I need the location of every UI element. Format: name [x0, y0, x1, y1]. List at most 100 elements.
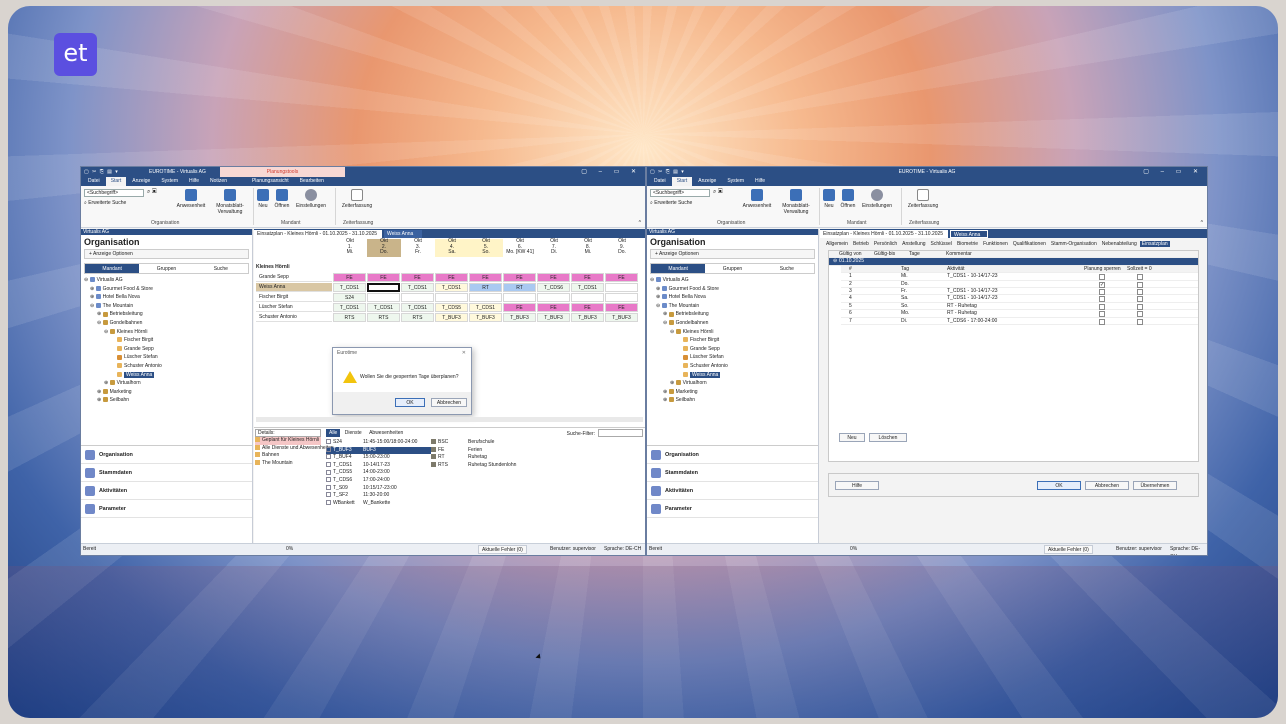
open-button[interactable]: Öffnen — [271, 189, 293, 209]
schedule-cell[interactable]: FE — [571, 273, 604, 282]
quick-access-icons[interactable]: ▢ ✂ ⎘ ▤ ▾ — [84, 169, 119, 175]
extended-search-link[interactable]: ⌕ Erweiterte Suche — [84, 200, 126, 206]
help-button[interactable]: Hilfe — [835, 481, 879, 490]
employee-row-name[interactable]: Schuster Antonio — [256, 313, 332, 322]
day-header[interactable]: Okt 8. Mi. — [571, 238, 605, 257]
absence-item[interactable]: FE Ferien — [431, 447, 541, 455]
nav-parameter[interactable]: Parameter — [81, 500, 252, 518]
schedule-cell[interactable]: RT — [503, 283, 536, 292]
new-button[interactable]: Neu — [819, 189, 839, 209]
tree-item[interactable]: ⊕ Virtualhorn — [647, 379, 818, 388]
search-icon[interactable]: ⌕ ▣ — [713, 189, 723, 196]
tree-item[interactable]: Lüscher Stefan — [647, 353, 818, 362]
tree-item[interactable]: ⊖ Kleines Hörnli — [647, 328, 818, 337]
schedule-cell[interactable]: T_BUF3 — [435, 313, 468, 322]
schedule-cell[interactable]: RTS — [367, 313, 400, 322]
details-item[interactable]: Alle Dienste und Abwesenheiten — [255, 445, 334, 453]
subtab[interactable]: Einsatzplan — [1139, 241, 1170, 247]
subtab[interactable]: Stamm-Organisation — [1049, 241, 1099, 247]
tree-item-selected[interactable]: Weiss Anna — [647, 371, 818, 380]
tab-gruppen[interactable]: Gruppen — [139, 264, 193, 273]
day-header[interactable]: Okt 1. Mi. — [333, 238, 367, 257]
monatsblatt-button[interactable]: Monatsblatt-Verwaltung — [211, 189, 249, 215]
service-item[interactable]: T_CDS5 14:00-23:00 — [326, 469, 431, 477]
lock-planning-checkbox[interactable] — [1099, 274, 1105, 281]
service-item[interactable]: S24 11:45-15:00/18:00-24:00 — [326, 439, 431, 447]
tree-item[interactable]: ⊖ Kleines Hörnli — [81, 328, 252, 337]
service-item[interactable]: T_CDS6 17:00-24:00 — [326, 477, 431, 485]
tree-item[interactable]: ⊖ Virtualis AG — [81, 276, 252, 285]
tree-item-selected[interactable]: Weiss Anna — [81, 371, 252, 380]
menu-bearbeiten[interactable]: Bearbeiten — [295, 177, 329, 186]
tree-item[interactable]: Schuster Antonio — [81, 362, 252, 371]
close-icon[interactable]: ✕ — [462, 350, 466, 356]
schedule-cell[interactable] — [401, 293, 434, 302]
tree-item[interactable]: ⊕ Hotel Bella Nova — [81, 293, 252, 302]
nav-aktivitaeten[interactable]: Aktivitäten — [81, 482, 252, 500]
details-item[interactable]: Bahnen — [255, 452, 321, 460]
tab-mandant[interactable]: Mandant — [651, 264, 706, 273]
window-controls[interactable]: ▢ – ▭ ✕ — [581, 168, 641, 175]
schedule-cell[interactable] — [435, 293, 468, 302]
day-header[interactable]: Okt 6. Mo. [KW 41] — [503, 238, 537, 257]
tree-item[interactable]: ⊖ Gondelbahnen — [647, 319, 818, 328]
schedule-cell[interactable]: T_BUF3 — [571, 313, 604, 322]
lock-planning-checkbox[interactable] — [1099, 303, 1105, 310]
settings-button[interactable]: Einstellungen — [859, 189, 895, 209]
day-header[interactable]: Okt 7. Di. — [537, 238, 571, 257]
tab-mandant[interactable]: Mandant — [85, 264, 140, 273]
subtab[interactable]: Biometrie — [955, 241, 980, 247]
service-item[interactable]: T_BUF3 BUF3 — [326, 446, 431, 455]
tab-dienste[interactable]: Dienste — [342, 429, 365, 437]
display-options-button[interactable]: + Anzeige Optionen — [84, 249, 249, 259]
schedule-cell[interactable]: T_CDS5 — [435, 303, 468, 312]
schedule-cell[interactable]: T_CDS6 — [537, 283, 570, 292]
schedule-cell[interactable]: T_CDS1 — [469, 303, 502, 312]
tree-item[interactable]: ⊕ Betriebsleitung — [81, 310, 252, 319]
delete-row-button[interactable]: Löschen — [869, 433, 907, 442]
tree-item[interactable]: ⊖ Gondelbahnen — [81, 319, 252, 328]
schedule-cell[interactable]: T_CDS1 — [367, 303, 400, 312]
details-dropdown[interactable]: Details: — [255, 429, 321, 437]
details-item[interactable]: Geplant für Kleines Hörnli — [255, 437, 321, 445]
errors-button[interactable]: Aktuelle Fehler (0) — [478, 545, 527, 554]
anwesenheit-button[interactable]: Anwesenheit — [175, 189, 207, 209]
settings-button[interactable]: Einstellungen — [293, 189, 329, 209]
menu-hilfe[interactable]: Hilfe — [750, 177, 770, 186]
menu-anzeige[interactable]: Anzeige — [693, 177, 721, 186]
schedule-cell[interactable]: FE — [537, 303, 570, 312]
cancel-button[interactable]: Abbrechen — [431, 398, 467, 407]
nav-parameter[interactable]: Parameter — [647, 500, 818, 518]
day-header[interactable]: Okt 2. Do. — [367, 238, 401, 257]
schedule-cell[interactable]: T_CDS1 — [333, 283, 366, 292]
day-header[interactable]: Okt 9. Do. — [605, 238, 639, 257]
day-header[interactable]: Okt 4. Sa. — [435, 238, 469, 257]
schedule-cell[interactable]: T_BUF3 — [605, 313, 638, 322]
schedule-cell[interactable]: T_CDS1 — [333, 303, 366, 312]
apply-button[interactable]: Übernehmen — [1133, 481, 1177, 490]
schedule-cell[interactable]: FE — [503, 273, 536, 282]
ok-button[interactable]: OK — [395, 398, 425, 407]
schedule-cell[interactable]: FE — [605, 303, 638, 312]
zero-target-checkbox[interactable] — [1137, 281, 1143, 288]
menu-system[interactable]: System — [722, 177, 749, 186]
zero-target-checkbox[interactable] — [1137, 288, 1143, 295]
collapse-ribbon-icon[interactable]: ^ — [1201, 220, 1203, 226]
nav-aktivitaeten[interactable]: Aktivitäten — [647, 482, 818, 500]
menu-planungsansicht[interactable]: Planungsansicht — [247, 177, 294, 186]
menu-hilfe[interactable]: Hilfe — [184, 177, 204, 186]
tab-weiss-anna[interactable]: Weiss Anna — [950, 230, 988, 238]
tree-item[interactable]: ⊕ Marketing — [647, 388, 818, 397]
tree-item[interactable]: ⊕ Virtualhorn — [81, 379, 252, 388]
validity-row-selected[interactable]: ⊖ 01.10.2025 — [829, 258, 1198, 266]
schedule-cell[interactable]: T_BUF3 — [469, 313, 502, 322]
extended-search-link[interactable]: ⌕ Erweiterte Suche — [650, 200, 692, 206]
tree-item[interactable]: ⊖ The Mountain — [647, 302, 818, 311]
tab-suche[interactable]: Suche — [194, 264, 248, 273]
collapse-ribbon-icon[interactable]: ^ — [639, 220, 641, 226]
tree-item[interactable]: ⊕ Betriebsleitung — [647, 310, 818, 319]
tree-item[interactable]: ⊕ Marketing — [81, 388, 252, 397]
schedule-cell[interactable]: T_CDS1 — [571, 283, 604, 292]
tree-item[interactable]: ⊖ The Mountain — [81, 302, 252, 311]
new-button[interactable]: Neu — [253, 189, 273, 209]
